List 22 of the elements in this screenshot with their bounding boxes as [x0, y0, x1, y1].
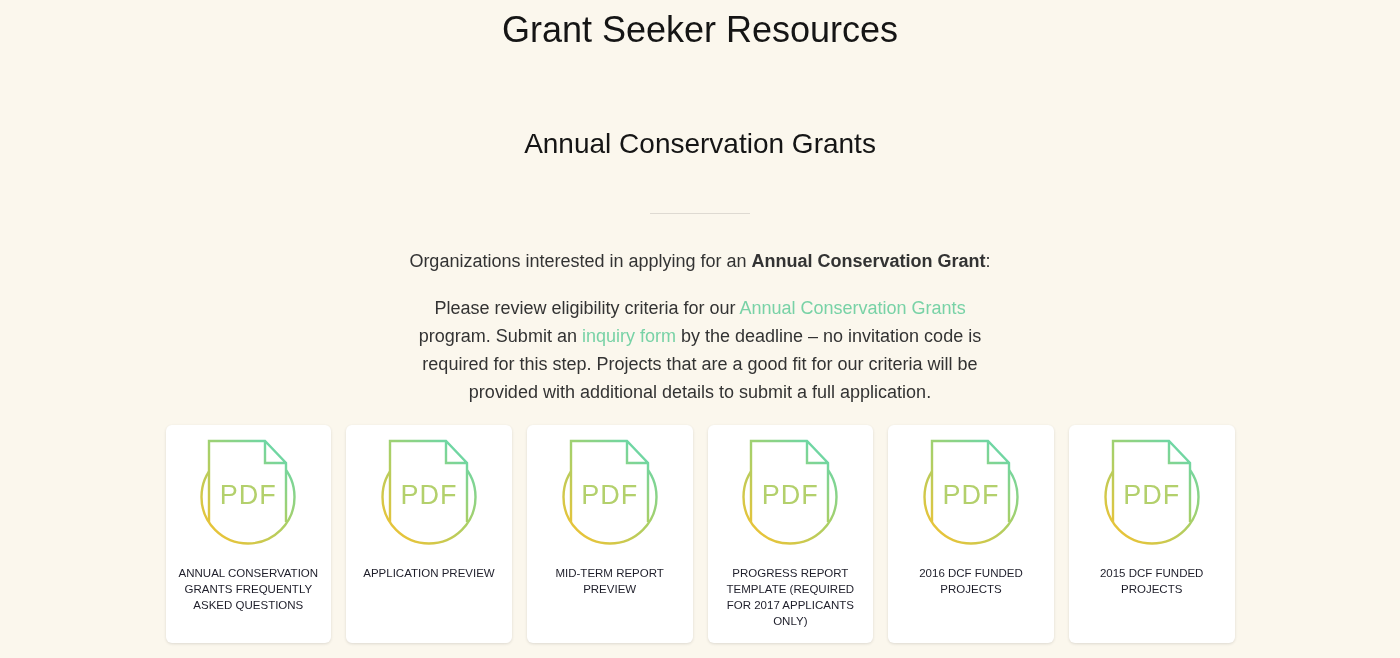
- document-icon: [560, 439, 659, 546]
- document-icon: [1102, 439, 1201, 546]
- file-type-label: PDF: [400, 481, 458, 509]
- resource-card[interactable]: PDF 2016 DCF FUNDED PROJECTS: [888, 425, 1054, 643]
- intro-text: Organizations interested in applying for an Annual Conservation Grant:: [409, 250, 991, 273]
- resource-card[interactable]: PDF MID-TERM REPORT PREVIEW: [526, 425, 693, 643]
- resource-card[interactable]: PDF PROGRESS REPORT TEMPLATE (REQUIRED FOR 2017 APPLICANTS ONLY): [707, 425, 874, 643]
- resource-card[interactable]: PDF APPLICATION PREVIEW: [346, 425, 512, 643]
- document-icon: [922, 439, 1020, 546]
- document-icon: [380, 439, 478, 546]
- resource-card[interactable]: PDF 2015 DCF FUNDED PROJECTS: [1068, 425, 1235, 643]
- file-type-label: PDF: [581, 481, 639, 509]
- section-title: Annual Conservation Grants: [524, 127, 876, 161]
- file-type-label: PDF: [1123, 481, 1181, 509]
- file-type-label: PDF: [761, 481, 819, 509]
- document-icon: [741, 439, 840, 546]
- file-type-label: PDF: [942, 481, 1000, 509]
- body-paragraph: Please review eligibility criteria for our Annual Conservation Grants program. Submit an inquiry form by the deadline – no invitation code is required for this step. Projects that are a good fit for our criteria will be provided with additional details to submit a full application.: [417, 297, 983, 404]
- document-icon: [199, 439, 298, 546]
- resource-card[interactable]: PDF ANNUAL CONSERVATION GRANTS FREQUENTLY ASKED QUESTIONS: [165, 425, 332, 643]
- page-title: Grant Seeker Resources: [501, 8, 899, 51]
- file-type-label: PDF: [219, 481, 277, 509]
